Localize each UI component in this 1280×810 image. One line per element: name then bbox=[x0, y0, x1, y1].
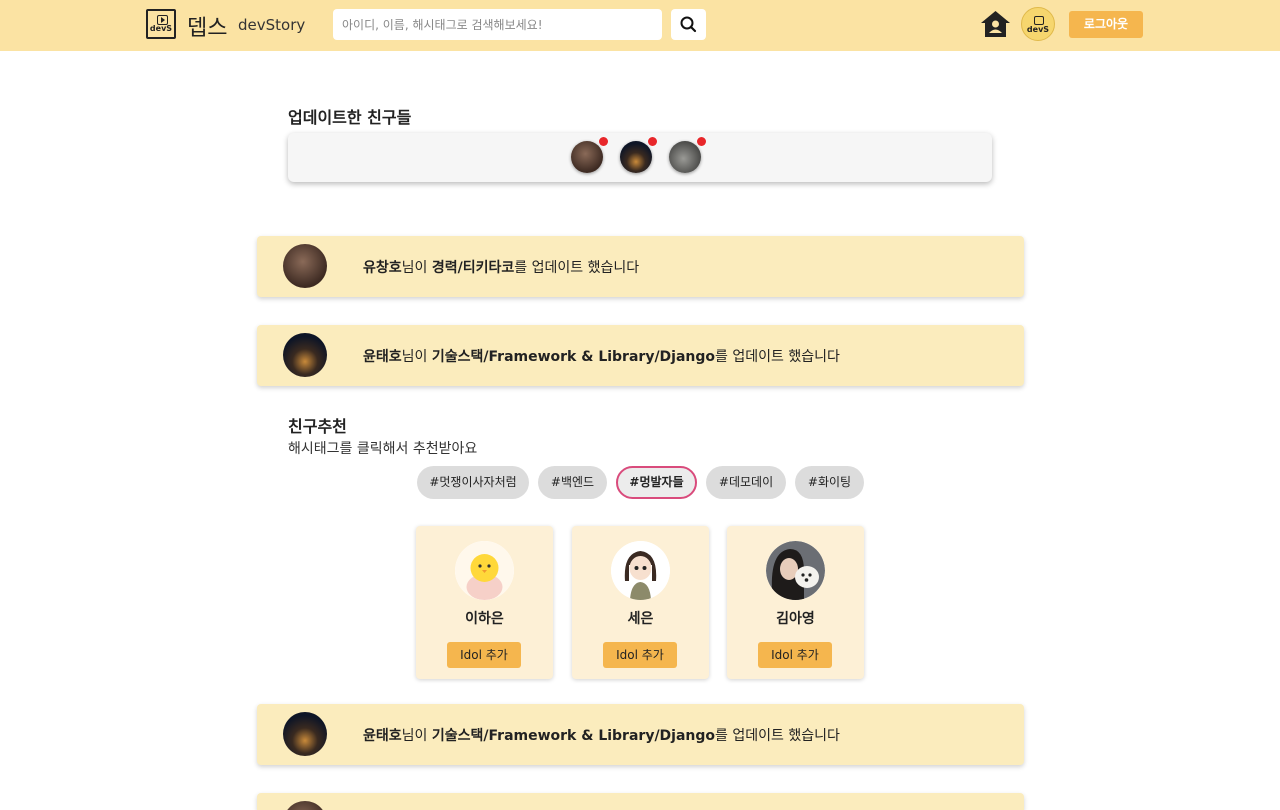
search-button[interactable] bbox=[671, 9, 706, 40]
user-name: 김아영 bbox=[776, 611, 815, 627]
friend-avatar[interactable] bbox=[669, 137, 706, 173]
user-avatar[interactable] bbox=[455, 541, 514, 600]
brand-name-kr[interactable]: 뎁스 bbox=[187, 10, 227, 42]
update-text: 유창호님이 경력/티키타코를 업데이트 했습니다 bbox=[363, 260, 640, 276]
update-card[interactable]: 윤태호님이 기술스택/Framework & Library/Django를 업… bbox=[257, 704, 1024, 765]
hashtag-chip[interactable]: #멋쟁이사자처럼 bbox=[417, 466, 529, 499]
recommend-card: 세은 Idol 추가 bbox=[572, 526, 709, 679]
recommend-subtitle: 해시태그를 클릭해서 추천받아요 bbox=[288, 441, 478, 457]
update-card-partial[interactable] bbox=[257, 793, 1024, 810]
update-dot bbox=[648, 137, 657, 146]
profile-avatar[interactable]: devS bbox=[1021, 7, 1055, 41]
logout-button[interactable]: 로그아웃 bbox=[1069, 11, 1143, 38]
update-card[interactable]: 유창호님이 경력/티키타코를 업데이트 했습니다 bbox=[257, 236, 1024, 297]
user-name: 이하은 bbox=[465, 611, 504, 627]
friend-avatar[interactable] bbox=[620, 137, 657, 173]
hashtag-chip[interactable]: #화이팅 bbox=[795, 466, 864, 499]
add-idol-button[interactable]: Idol 추가 bbox=[758, 642, 832, 668]
friend-avatar[interactable] bbox=[571, 137, 608, 173]
user-avatar[interactable] bbox=[766, 541, 825, 600]
recommend-card: 이하은 Idol 추가 bbox=[416, 526, 553, 679]
update-dot bbox=[599, 137, 608, 146]
top-header: devS 뎁스 devStory devS 로그아웃 bbox=[0, 0, 1280, 51]
devs-logo[interactable]: devS bbox=[146, 9, 176, 39]
add-idol-button[interactable]: Idol 추가 bbox=[603, 642, 677, 668]
updated-friends-title: 업데이트한 친구들 bbox=[288, 108, 412, 127]
home-icon[interactable] bbox=[979, 9, 1012, 39]
user-name: 세은 bbox=[627, 611, 654, 627]
user-avatar[interactable] bbox=[283, 801, 327, 810]
update-dot bbox=[697, 137, 706, 146]
brand-name-en[interactable]: devStory bbox=[238, 16, 305, 34]
update-text: 윤태호님이 기술스택/Framework & Library/Django를 업… bbox=[363, 728, 840, 744]
user-avatar[interactable] bbox=[283, 244, 327, 288]
hashtag-chip[interactable]: #데모데이 bbox=[706, 466, 786, 499]
play-icon bbox=[1034, 16, 1044, 25]
user-avatar[interactable] bbox=[611, 541, 670, 600]
avatar-text: devS bbox=[1026, 25, 1050, 34]
logo-text: devS bbox=[149, 24, 173, 33]
update-text: 윤태호님이 기술스택/Framework & Library/Django를 업… bbox=[363, 349, 840, 365]
add-idol-button[interactable]: Idol 추가 bbox=[447, 642, 521, 668]
hashtag-chip-active[interactable]: #멍발자들 bbox=[616, 466, 697, 499]
hashtag-chip[interactable]: #백엔드 bbox=[538, 466, 607, 499]
recommend-title: 친구추천 bbox=[288, 417, 347, 436]
user-avatar[interactable] bbox=[283, 712, 327, 756]
updated-friends-panel bbox=[288, 133, 992, 182]
recommend-card: 김아영 Idol 추가 bbox=[727, 526, 864, 679]
update-card[interactable]: 윤태호님이 기술스택/Framework & Library/Django를 업… bbox=[257, 325, 1024, 386]
user-avatar[interactable] bbox=[283, 333, 327, 377]
search-input[interactable] bbox=[333, 9, 662, 40]
search-icon bbox=[680, 16, 697, 33]
